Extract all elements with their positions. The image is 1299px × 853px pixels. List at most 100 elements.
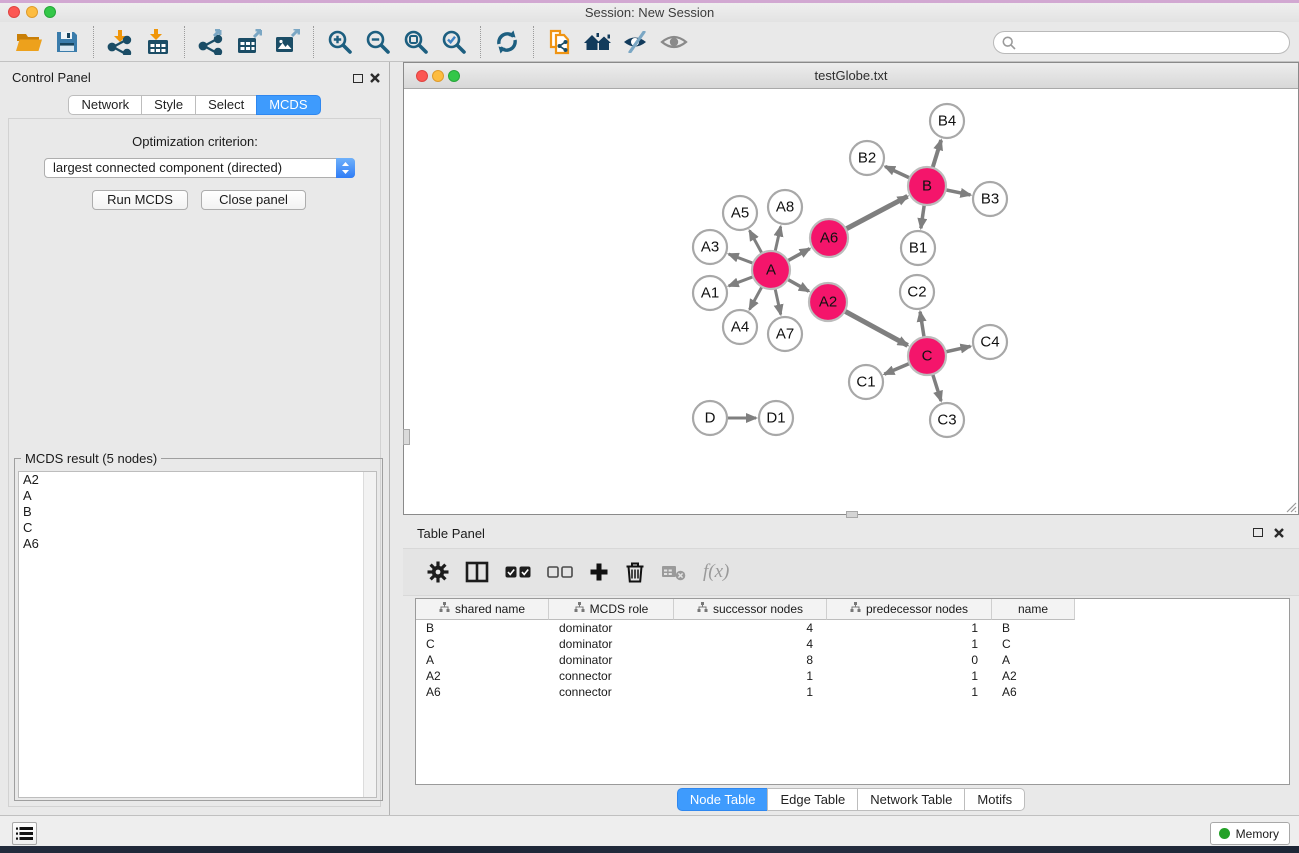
hide-selected-icon[interactable]	[617, 26, 655, 58]
mcds-result-item[interactable]: A2	[19, 472, 376, 488]
table-cell[interactable]: 1	[827, 684, 992, 700]
close-window-button[interactable]	[8, 6, 20, 18]
float-table-panel-icon[interactable]	[1253, 528, 1263, 537]
import-network-icon[interactable]	[101, 26, 139, 58]
network-canvas[interactable]: B4B2BB3A5A8A6A3B1AA1C2A2A4A7C4CC1C3DD1	[404, 89, 1298, 514]
table-cell[interactable]: dominator	[549, 652, 674, 668]
tab-network-table[interactable]: Network Table	[857, 788, 965, 811]
table-cell[interactable]: 4	[674, 636, 827, 652]
splitter-grip[interactable]	[846, 511, 858, 518]
resize-grip-icon[interactable]	[1283, 499, 1297, 513]
copy-network-icon[interactable]	[541, 26, 579, 58]
zoom-out-icon[interactable]	[359, 26, 397, 58]
table-cell[interactable]: B	[992, 620, 1075, 636]
table-cell[interactable]: A	[416, 652, 549, 668]
column-header-shared-name[interactable]: shared name	[416, 599, 549, 620]
add-column-icon[interactable]	[589, 557, 609, 587]
show-all-icon[interactable]	[655, 26, 693, 58]
run-mcds-button[interactable]: Run MCDS	[92, 190, 188, 210]
function-builder-icon[interactable]: f(x)	[703, 557, 729, 587]
table-cell[interactable]: A	[992, 652, 1075, 668]
import-table-icon[interactable]	[139, 26, 177, 58]
table-cell[interactable]: B	[416, 620, 549, 636]
zoom-window-button[interactable]	[44, 6, 56, 18]
minimize-network-window-button[interactable]	[432, 70, 444, 82]
table-cell[interactable]: 4	[674, 620, 827, 636]
split-view-icon[interactable]	[465, 557, 489, 587]
table-cell[interactable]: C	[416, 636, 549, 652]
node-label-C: C	[922, 348, 933, 365]
export-image-icon[interactable]	[268, 26, 306, 58]
export-table-icon[interactable]	[230, 26, 268, 58]
zoom-network-window-button[interactable]	[448, 70, 460, 82]
table-cell[interactable]: 1	[827, 668, 992, 684]
node-label-A: A	[766, 262, 776, 279]
memory-button[interactable]: Memory	[1210, 822, 1290, 845]
close-network-window-button[interactable]	[416, 70, 428, 82]
select-all-checkboxes-icon[interactable]	[505, 557, 531, 587]
table-panel-title: Table Panel	[417, 526, 485, 541]
table-cell[interactable]: 1	[674, 668, 827, 684]
table-cell[interactable]: 1	[827, 636, 992, 652]
scrollbar-track[interactable]	[363, 472, 376, 797]
table-row[interactable]: Cdominator41C	[416, 636, 1289, 652]
deselect-all-checkboxes-icon[interactable]	[547, 557, 573, 587]
table-cell[interactable]: 1	[827, 620, 992, 636]
zoom-selected-icon[interactable]	[435, 26, 473, 58]
delete-columns-trash-icon[interactable]	[625, 557, 645, 587]
table-cell[interactable]: 8	[674, 652, 827, 668]
table-row[interactable]: A6connector11A6	[416, 684, 1289, 700]
table-cell[interactable]: 0	[827, 652, 992, 668]
mcds-result-item[interactable]: C	[19, 520, 376, 536]
table-cell[interactable]: connector	[549, 668, 674, 684]
column-header-predecessor-nodes[interactable]: predecessor nodes	[827, 599, 992, 620]
zoom-in-icon[interactable]	[321, 26, 359, 58]
minimize-window-button[interactable]	[26, 6, 38, 18]
task-history-button[interactable]	[12, 822, 37, 845]
delete-table-icon[interactable]	[661, 557, 687, 587]
first-neighbors-icon[interactable]	[579, 26, 617, 58]
node-label-A7: A7	[776, 326, 794, 343]
close-panel-icon[interactable]	[369, 72, 381, 84]
splitter-grip[interactable]	[403, 429, 410, 445]
tab-motifs[interactable]: Motifs	[964, 788, 1025, 811]
column-header-successor-nodes[interactable]: successor nodes	[674, 599, 827, 620]
table-cell[interactable]: dominator	[549, 636, 674, 652]
open-session-icon[interactable]	[10, 26, 48, 58]
tab-select[interactable]: Select	[195, 95, 257, 115]
table-cell[interactable]: connector	[549, 684, 674, 700]
tab-node-table[interactable]: Node Table	[677, 788, 769, 811]
column-settings-gear-icon[interactable]	[427, 557, 449, 587]
zoom-fit-icon[interactable]	[397, 26, 435, 58]
float-panel-icon[interactable]	[353, 74, 363, 83]
table-cell[interactable]: A6	[992, 684, 1075, 700]
column-header-name[interactable]: name	[992, 599, 1075, 620]
table-cell[interactable]: dominator	[549, 620, 674, 636]
tab-style[interactable]: Style	[141, 95, 196, 115]
table-row[interactable]: A2connector11A2	[416, 668, 1289, 684]
refresh-view-icon[interactable]	[488, 26, 526, 58]
table-cell[interactable]: A6	[416, 684, 549, 700]
table-row[interactable]: Bdominator41B	[416, 620, 1289, 636]
export-network-icon[interactable]	[192, 26, 230, 58]
mcds-result-item[interactable]: A6	[19, 536, 376, 552]
search-box[interactable]	[993, 31, 1290, 54]
table-cell[interactable]: C	[992, 636, 1075, 652]
table-cell[interactable]: 1	[674, 684, 827, 700]
network-window-titlebar[interactable]: testGlobe.txt	[404, 63, 1298, 89]
tab-network[interactable]: Network	[68, 95, 142, 115]
table-cell[interactable]: A2	[416, 668, 549, 684]
mcds-result-item[interactable]: A	[19, 488, 376, 504]
close-panel-button[interactable]: Close panel	[201, 190, 306, 210]
tab-edge-table[interactable]: Edge Table	[767, 788, 858, 811]
save-session-icon[interactable]	[48, 26, 86, 58]
table-cell[interactable]: A2	[992, 668, 1075, 684]
criterion-dropdown[interactable]: largest connected component (directed)	[44, 158, 355, 178]
table-row[interactable]: Adominator80A	[416, 652, 1289, 668]
search-input[interactable]	[1021, 34, 1289, 51]
column-header-MCDS-role[interactable]: MCDS role	[549, 599, 674, 620]
table-panel-tabs: Node TableEdge TableNetwork TableMotifs	[403, 788, 1299, 811]
tab-mcds[interactable]: MCDS	[256, 95, 320, 115]
close-table-panel-icon[interactable]	[1273, 527, 1285, 539]
mcds-result-item[interactable]: B	[19, 504, 376, 520]
